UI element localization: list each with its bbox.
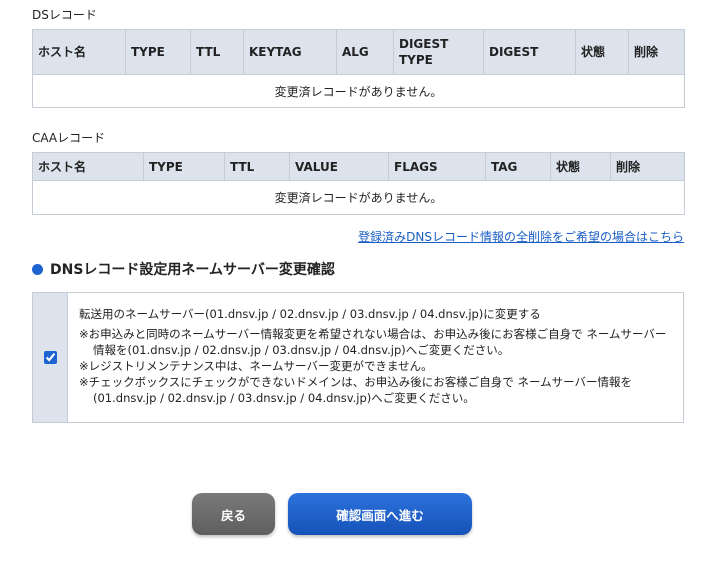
caa-col-value: VALUE (289, 152, 389, 181)
caa-record-table: ホスト名 TYPE TTL VALUE FLAGS TAG 状態 削除 変更済レ… (32, 152, 685, 215)
note-1: ※お申込みと同時のネームサーバー情報変更を希望されない場合は、お申込み後にお客様… (79, 327, 667, 357)
nameserver-heading-text: DNSレコード設定用ネームサーバー変更確認 (50, 262, 335, 278)
caa-col-tag: TAG (485, 152, 551, 181)
ds-empty-message: 変更済レコードがありません。 (32, 74, 685, 108)
proceed-to-confirm-button[interactable]: 確認画面へ進む (288, 493, 472, 535)
caa-col-type: TYPE (143, 152, 225, 181)
note-2: ※レジストリメンテナンス中は、ネームサーバー変更ができません。 (79, 359, 433, 373)
nameserver-confirm-box: 転送用のネームサーバー(01.dnsv.jp / 02.dnsv.jp / 03… (32, 292, 684, 423)
ds-section-label: DSレコード (32, 8, 97, 22)
checkbox-cell (33, 293, 68, 422)
ds-col-keytag: KEYTAG (243, 29, 337, 75)
caa-col-ttl: TTL (224, 152, 290, 181)
nameserver-heading: DNSレコード設定用ネームサーバー変更確認 (32, 259, 335, 279)
ds-col-alg: ALG (336, 29, 394, 75)
ds-col-type: TYPE (125, 29, 191, 75)
caa-col-delete: 削除 (610, 152, 685, 181)
nameserver-main-text: 転送用のネームサーバー(01.dnsv.jp / 02.dnsv.jp / 03… (79, 307, 541, 321)
back-button[interactable]: 戻る (192, 493, 275, 535)
ds-col-digest-type: DIGEST TYPE (393, 29, 484, 75)
nameserver-text: 転送用のネームサーバー(01.dnsv.jp / 02.dnsv.jp / 03… (68, 293, 683, 422)
caa-section-label: CAAレコード (32, 131, 106, 145)
ds-record-table: ホスト名 TYPE TTL KEYTAG ALG DIGEST TYPE DIG… (32, 29, 685, 108)
ds-col-ttl: TTL (190, 29, 244, 75)
ds-col-delete: 削除 (628, 29, 685, 75)
blue-bullet-icon (32, 263, 43, 275)
nameserver-change-checkbox[interactable] (43, 351, 57, 364)
delete-all-records-link[interactable]: 登録済みDNSレコード情報の全削除をご希望の場合はこちら (358, 228, 684, 245)
ds-col-host: ホスト名 (32, 29, 126, 75)
ds-col-status: 状態 (575, 29, 629, 75)
ds-col-digest: DIGEST (483, 29, 576, 75)
caa-empty-message: 変更済レコードがありません。 (32, 180, 685, 215)
note-3: ※チェックボックスにチェックができないドメインは、お申込み後にお客様ご自身で ネ… (79, 375, 632, 405)
caa-col-host: ホスト名 (32, 152, 144, 181)
caa-col-flags: FLAGS (388, 152, 486, 181)
caa-col-status: 状態 (550, 152, 611, 181)
